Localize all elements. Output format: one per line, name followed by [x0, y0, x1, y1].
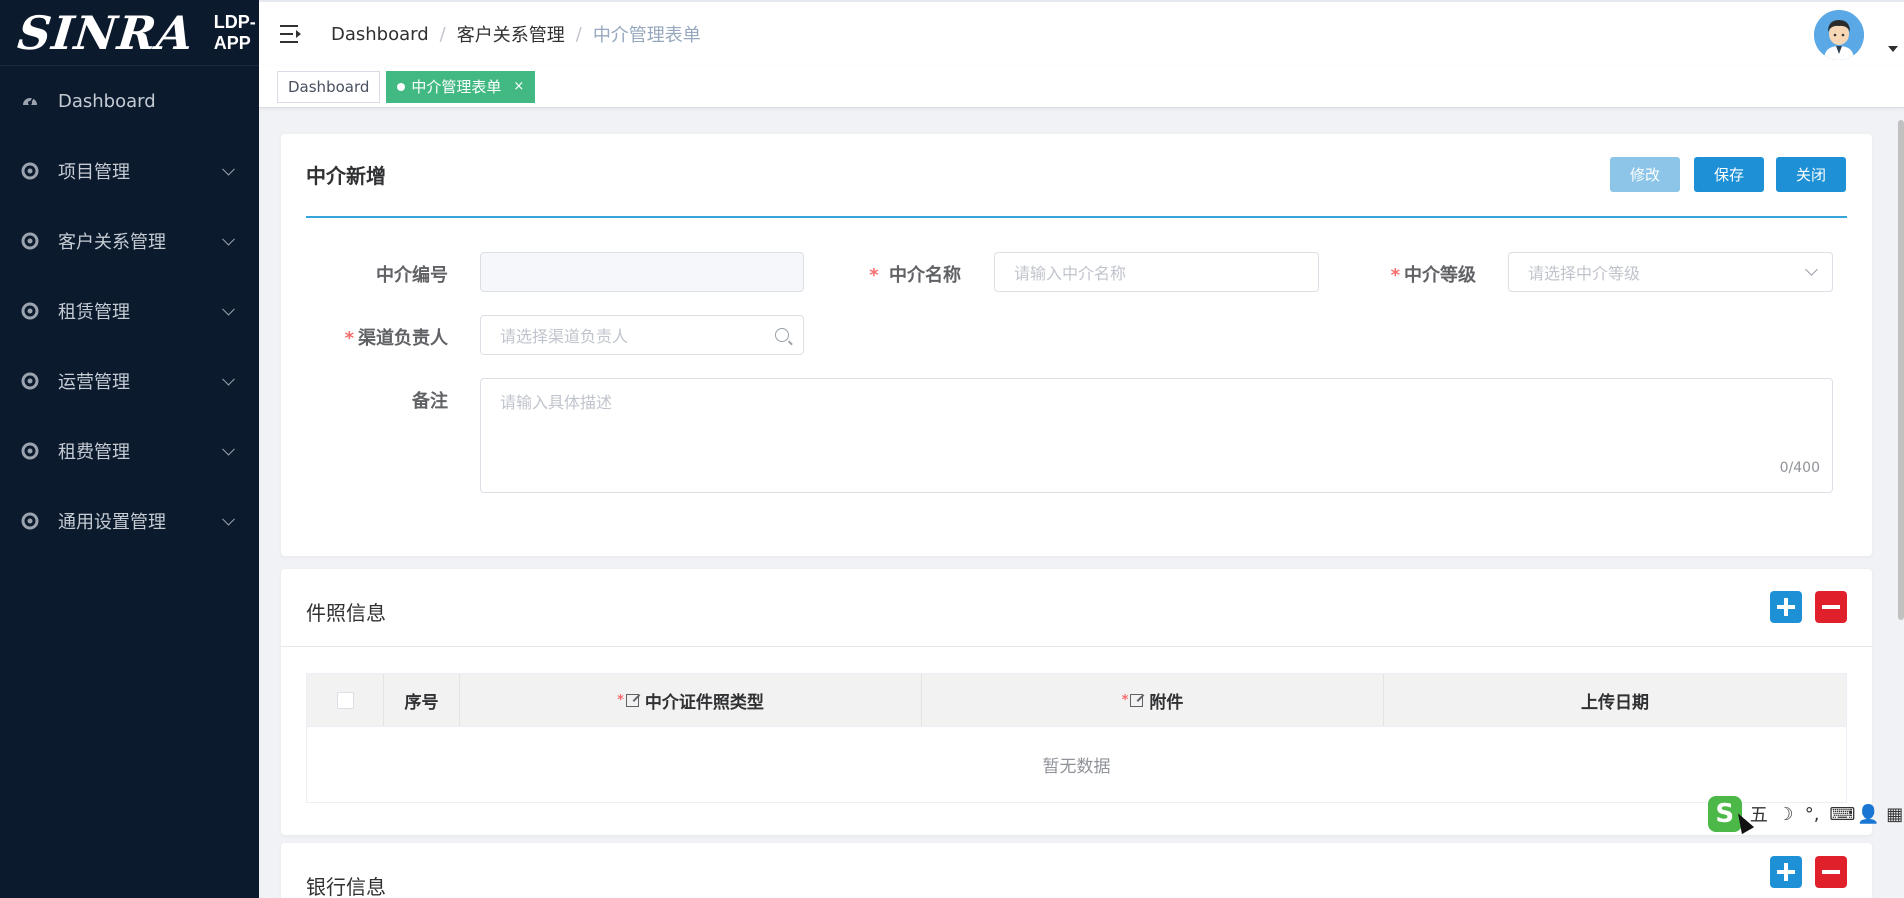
- sidebar-item-label: Dashboard: [58, 90, 156, 112]
- sidebar-item-lease[interactable]: 租赁管理: [0, 276, 259, 346]
- tags-view: Dashboard 中介管理表单 ×: [259, 66, 1904, 108]
- agent-level-select[interactable]: 请选择中介等级: [1508, 252, 1833, 292]
- sidebar-item-dashboard[interactable]: Dashboard: [0, 66, 259, 136]
- breadcrumb-item-crm[interactable]: 客户关系管理: [457, 21, 565, 47]
- add-row-button[interactable]: [1770, 856, 1802, 888]
- sidebar-item-label: 项目管理: [58, 162, 130, 183]
- section-divider: [281, 646, 1872, 647]
- ime-moon-icon[interactable]: ☽: [1776, 804, 1795, 825]
- active-dot-icon: [397, 82, 406, 91]
- search-icon[interactable]: [775, 328, 789, 342]
- hamburger-menu-icon[interactable]: [280, 25, 302, 43]
- remark-textarea[interactable]: 请输入具体描述 0/400: [480, 378, 1833, 493]
- brand[interactable]: SINRA LDP-APP: [0, 0, 259, 66]
- char-counter: 0/400: [1779, 460, 1820, 476]
- breadcrumb-separator: /: [439, 23, 446, 45]
- sidebar-item-settings[interactable]: 通用设置管理: [0, 486, 259, 556]
- agent-level-label: * 中介等级: [1390, 265, 1476, 286]
- channel-owner-label: * 渠道负责人: [344, 328, 448, 349]
- select-all-cell: [307, 674, 384, 726]
- top-header: Dashboard / 客户关系管理 / 中介管理表单: [259, 0, 1904, 66]
- tag-label: Dashboard: [288, 77, 370, 96]
- sidebar-item-label: 客户关系管理: [58, 232, 166, 253]
- main-content: 中介新增 修改 保存 关闭 中介编号 * 中介名称 请输入中介名称 * 中介等级 …: [259, 108, 1904, 898]
- agent-name-input[interactable]: 请输入中介名称: [994, 252, 1319, 292]
- sidebar-item-label: 租赁管理: [58, 302, 130, 323]
- sidebar-item-fees[interactable]: 租费管理: [0, 416, 259, 486]
- sidebar-item-label: 通用设置管理: [58, 512, 166, 533]
- remark-label: 备注: [412, 391, 448, 412]
- edit-button[interactable]: 修改: [1610, 157, 1680, 192]
- column-header-license-type: * 中介证件照类型: [460, 674, 922, 726]
- bank-section-card: 银行信息: [281, 843, 1872, 898]
- circle-icon: [20, 441, 40, 461]
- section-title: 件照信息: [306, 601, 386, 625]
- chevron-down-icon: [222, 302, 235, 316]
- tag-dashboard[interactable]: Dashboard: [277, 70, 381, 103]
- select-all-checkbox[interactable]: [336, 691, 354, 709]
- column-header-attachment: * 附件: [922, 674, 1384, 726]
- circle-icon: [20, 301, 40, 321]
- ime-keyboard-icon[interactable]: ⌨: [1829, 804, 1855, 825]
- chevron-down-icon: [1805, 263, 1818, 276]
- sidebar-item-label: 租费管理: [58, 442, 130, 463]
- logo: SINRA: [15, 5, 197, 60]
- license-table: 序号 * 中介证件照类型 * 附件 上传日期 暂无数据: [306, 673, 1847, 803]
- circle-icon: [20, 371, 40, 391]
- table-header: 序号 * 中介证件照类型 * 附件 上传日期: [307, 674, 1846, 727]
- close-button[interactable]: 关闭: [1776, 157, 1846, 192]
- delete-row-button[interactable]: [1815, 591, 1847, 623]
- breadcrumb-item-dashboard[interactable]: Dashboard: [331, 24, 429, 45]
- agent-form-card: 中介新增 修改 保存 关闭 中介编号 * 中介名称 请输入中介名称 * 中介等级 …: [281, 134, 1872, 556]
- ime-punctuation-icon[interactable]: °,: [1803, 804, 1822, 825]
- agent-name-label: * 中介名称: [869, 265, 961, 286]
- save-button[interactable]: 保存: [1694, 157, 1764, 192]
- sidebar: SINRA LDP-APP Dashboard 项目管理 客户关系管理 租赁管理…: [0, 0, 259, 898]
- chevron-down-icon: [222, 162, 235, 176]
- agent-code-label: 中介编号: [376, 265, 448, 286]
- ime-grid-icon[interactable]: ▦: [1885, 804, 1904, 825]
- close-icon[interactable]: ×: [513, 79, 524, 94]
- sidebar-item-operations[interactable]: 运营管理: [0, 346, 259, 416]
- ime-wubi-icon[interactable]: 五: [1750, 801, 1769, 827]
- channel-owner-input[interactable]: 请选择渠道负责人: [480, 315, 804, 355]
- column-header-upload-date: 上传日期: [1581, 692, 1649, 713]
- avatar[interactable]: [1814, 10, 1864, 60]
- chevron-down-icon: [222, 232, 235, 246]
- circle-icon: [20, 161, 40, 181]
- license-section-card: 件照信息 序号 * 中介证件照类型 * 附件 上传日期 暂无数据: [281, 569, 1872, 835]
- edit-icon: [1130, 693, 1144, 707]
- sidebar-menu: Dashboard 项目管理 客户关系管理 租赁管理 运营管理 租费管理 通用设…: [0, 66, 259, 556]
- tag-label: 中介管理表单: [411, 78, 502, 96]
- column-header-index: 序号: [384, 674, 460, 726]
- agent-code-input[interactable]: [480, 252, 804, 292]
- chevron-down-icon: [222, 442, 235, 456]
- edit-icon: [625, 693, 639, 707]
- circle-icon: [20, 231, 40, 251]
- chevron-down-icon: [222, 372, 235, 386]
- breadcrumb-item-current: 中介管理表单: [592, 25, 701, 46]
- app-name: LDP-APP: [213, 11, 256, 53]
- vertical-scrollbar[interactable]: [1898, 120, 1904, 620]
- empty-state: 暂无数据: [1042, 757, 1111, 777]
- caret-down-icon[interactable]: [1888, 46, 1898, 52]
- chevron-down-icon: [222, 512, 235, 526]
- breadcrumb: Dashboard / 客户关系管理 / 中介管理表单: [331, 21, 701, 47]
- page-title: 中介新增: [306, 164, 386, 188]
- sidebar-item-label: 运营管理: [58, 372, 130, 393]
- sidebar-item-project[interactable]: 项目管理: [0, 136, 259, 206]
- delete-row-button[interactable]: [1815, 856, 1847, 888]
- sidebar-item-crm[interactable]: 客户关系管理: [0, 206, 259, 276]
- dashboard-gauge-icon: [20, 91, 40, 111]
- circle-icon: [20, 511, 40, 531]
- tag-agent-form[interactable]: 中介管理表单 ×: [386, 70, 536, 103]
- breadcrumb-separator: /: [575, 23, 582, 45]
- title-divider: [306, 216, 1847, 218]
- add-row-button[interactable]: [1770, 591, 1802, 623]
- ime-user-icon[interactable]: 👤: [1857, 804, 1879, 825]
- section-title: 银行信息: [306, 875, 386, 898]
